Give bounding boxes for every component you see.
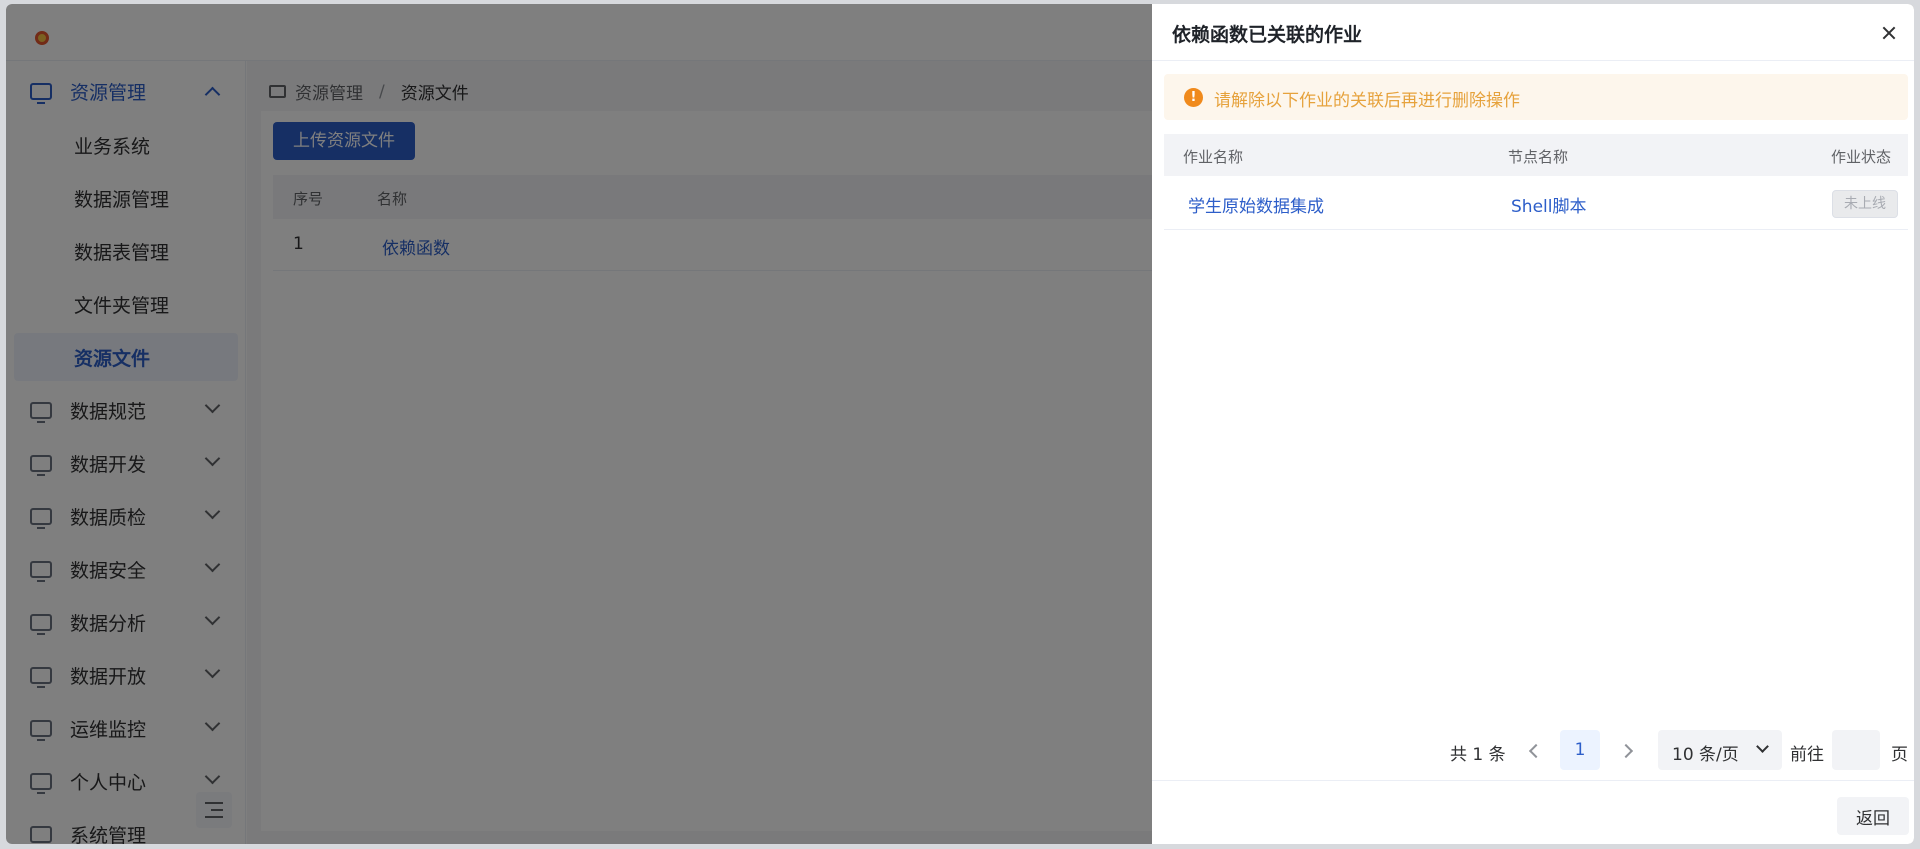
drawer-title: 依赖函数已关联的作业: [1172, 24, 1363, 46]
close-icon[interactable]: [1880, 24, 1898, 42]
job-name-link[interactable]: 学生原始数据集成: [1188, 192, 1324, 217]
goto-suffix: 页: [1891, 745, 1908, 765]
goto-page-input[interactable]: [1832, 730, 1880, 770]
column-node-name: 节点名称: [1508, 148, 1569, 166]
chevron-down-icon: [1756, 740, 1769, 753]
chevron-right-icon[interactable]: [1618, 743, 1634, 759]
chevron-left-icon[interactable]: [1528, 743, 1544, 759]
back-button[interactable]: 返回: [1837, 797, 1909, 835]
page-size-select[interactable]: 10 条/页: [1658, 730, 1782, 770]
app-window: 资源管理 业务系统 数据源管理 数据表管理 文件夹管理 资源文件 数据规范 数据…: [6, 4, 1914, 844]
table-row: 学生原始数据集成 Shell脚本 未上线: [1164, 176, 1908, 230]
node-name-link[interactable]: Shell脚本: [1511, 192, 1586, 217]
linked-jobs-drawer: 依赖函数已关联的作业 ! 请解除以下作业的关联后再进行删除操作 作业名称 节点名…: [1152, 4, 1914, 844]
page-size-value: 10 条/页: [1672, 745, 1739, 765]
status-badge: 未上线: [1832, 190, 1898, 218]
jobs-table-header: 作业名称 节点名称 作业状态: [1164, 134, 1908, 176]
pagination-page[interactable]: 1: [1560, 730, 1600, 770]
drawer-header: 依赖函数已关联的作业: [1152, 4, 1914, 61]
column-job-status: 作业状态: [1831, 148, 1892, 166]
alert-text: 请解除以下作业的关联后再进行删除操作: [1214, 91, 1520, 111]
goto-label: 前往: [1790, 745, 1824, 765]
column-job-name: 作业名称: [1183, 148, 1244, 166]
pagination-total: 共 1 条: [1450, 745, 1506, 765]
drawer-footer: 返回: [1152, 780, 1914, 844]
warning-icon: !: [1184, 88, 1203, 107]
warning-alert: ! 请解除以下作业的关联后再进行删除操作: [1164, 74, 1908, 120]
